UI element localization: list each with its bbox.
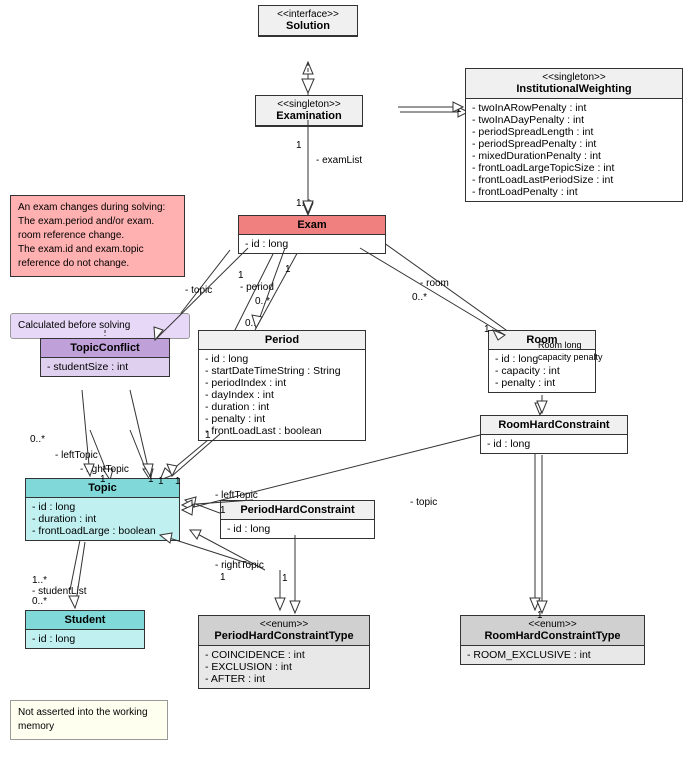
mult-1star-exam: 1..* bbox=[296, 198, 311, 209]
room-capacity-penalty-label: Room longcapacity penalty bbox=[538, 340, 638, 363]
examination-stereotype: <<singleton>> bbox=[262, 99, 356, 110]
examlist-label: - examList bbox=[316, 155, 362, 166]
period-name: Period bbox=[205, 334, 359, 346]
exam-changes-note: An exam changes during solving:The exam.… bbox=[10, 195, 185, 277]
mult-1-topic-exam: 1 bbox=[238, 270, 244, 281]
righttopic-phc: - rightTopic bbox=[215, 560, 264, 571]
exam-name: Exam bbox=[245, 219, 379, 231]
phc-name: PeriodHardConstraint bbox=[227, 504, 368, 516]
topic-label-rhc: - topic bbox=[410, 497, 437, 508]
phct-stereotype: <<enum>> bbox=[205, 619, 363, 630]
diagram: <<interface>> Solution <<singleton>> Exa… bbox=[0, 0, 692, 777]
solution-stereotype: <<interface>> bbox=[265, 9, 351, 20]
mult-1-phc-left: 1 bbox=[220, 505, 226, 516]
student-name: Student bbox=[32, 614, 138, 626]
period-hc-type-box: <<enum>> PeriodHardConstraintType - COIN… bbox=[198, 615, 370, 689]
mult-1-exam-top: 1 bbox=[296, 140, 302, 151]
mult-0star-period-side: 0..* bbox=[245, 318, 260, 329]
topic-box: Topic - id : long - duration : int - fro… bbox=[25, 478, 180, 541]
mult-1-topic-left: 1 bbox=[100, 474, 106, 485]
topic-conflict-name: TopicConflict bbox=[47, 342, 163, 354]
mult-1-rhc-rhct: 1 bbox=[537, 610, 543, 621]
room-hard-constraint-box: RoomHardConstraint - id : long bbox=[480, 415, 628, 454]
topic-conflict-box: TopicConflict - studentSize : int bbox=[40, 338, 170, 377]
mult-11-topic: 1 bbox=[158, 476, 164, 487]
examination-name: Examination bbox=[262, 110, 356, 122]
period-box: Period - id : long - startDateTimeString… bbox=[198, 330, 366, 441]
not-asserted-note: Not asserted into the working memory bbox=[10, 700, 168, 740]
solution-box: <<interface>> Solution bbox=[258, 5, 358, 37]
mult-1-topic-right: 1 bbox=[148, 474, 154, 485]
mult-1-period-side: 1 bbox=[285, 264, 291, 275]
rhct-name: RoomHardConstraintType bbox=[467, 630, 638, 642]
iw-stereotype: <<singleton>> bbox=[472, 72, 676, 83]
examination-box: <<singleton>> Examination bbox=[255, 95, 363, 127]
period-hard-constraint-box: PeriodHardConstraint - id : long bbox=[220, 500, 375, 539]
mult-1-phc-right: 1 bbox=[220, 572, 226, 583]
rhc-name: RoomHardConstraint bbox=[487, 419, 621, 431]
mult-11-topic2: 1 bbox=[175, 476, 181, 487]
exam-box: Exam - id : long bbox=[238, 215, 386, 254]
solution-name: Solution bbox=[265, 20, 351, 32]
mult-0star-tc: 0..* bbox=[30, 434, 45, 445]
phct-name: PeriodHardConstraintType bbox=[205, 630, 363, 642]
institutional-weighting-box: <<singleton>> InstitutionalWeighting - t… bbox=[465, 68, 683, 202]
mult-1-iw: 1 bbox=[456, 104, 462, 115]
calculated-text: Calculated before solving bbox=[18, 319, 182, 333]
rhct-stereotype: <<enum>> bbox=[467, 619, 638, 630]
mult-0star-student: 0..* bbox=[32, 596, 47, 607]
room-label: - room bbox=[420, 278, 449, 289]
mult-1-period-arrow: 1 bbox=[205, 430, 211, 441]
lefttopic-label: - leftTopic bbox=[55, 450, 98, 461]
room-hc-type-box: <<enum>> RoomHardConstraintType - ROOM_E… bbox=[460, 615, 645, 665]
mult-0star-period: 0..* bbox=[255, 296, 270, 307]
mult-1-phc-phct: 1 bbox=[282, 573, 288, 584]
mult-0star-room: 0..* bbox=[412, 292, 427, 303]
iw-name: InstitutionalWeighting bbox=[472, 83, 676, 95]
period-label: - period bbox=[240, 282, 274, 293]
exam-changes-text: An exam changes during solving:The exam.… bbox=[18, 201, 177, 271]
topic-label-exam: - topic bbox=[185, 285, 212, 296]
studentlist-label: 1..*- studentList bbox=[32, 575, 86, 597]
student-box: Student - id : long bbox=[25, 610, 145, 649]
mult-1-room: 1 bbox=[484, 324, 490, 335]
not-asserted-text: Not asserted into the working memory bbox=[18, 706, 160, 734]
calculated-note: Calculated before solving bbox=[10, 313, 190, 339]
lefttopic-phc: - leftTopic bbox=[215, 490, 258, 501]
